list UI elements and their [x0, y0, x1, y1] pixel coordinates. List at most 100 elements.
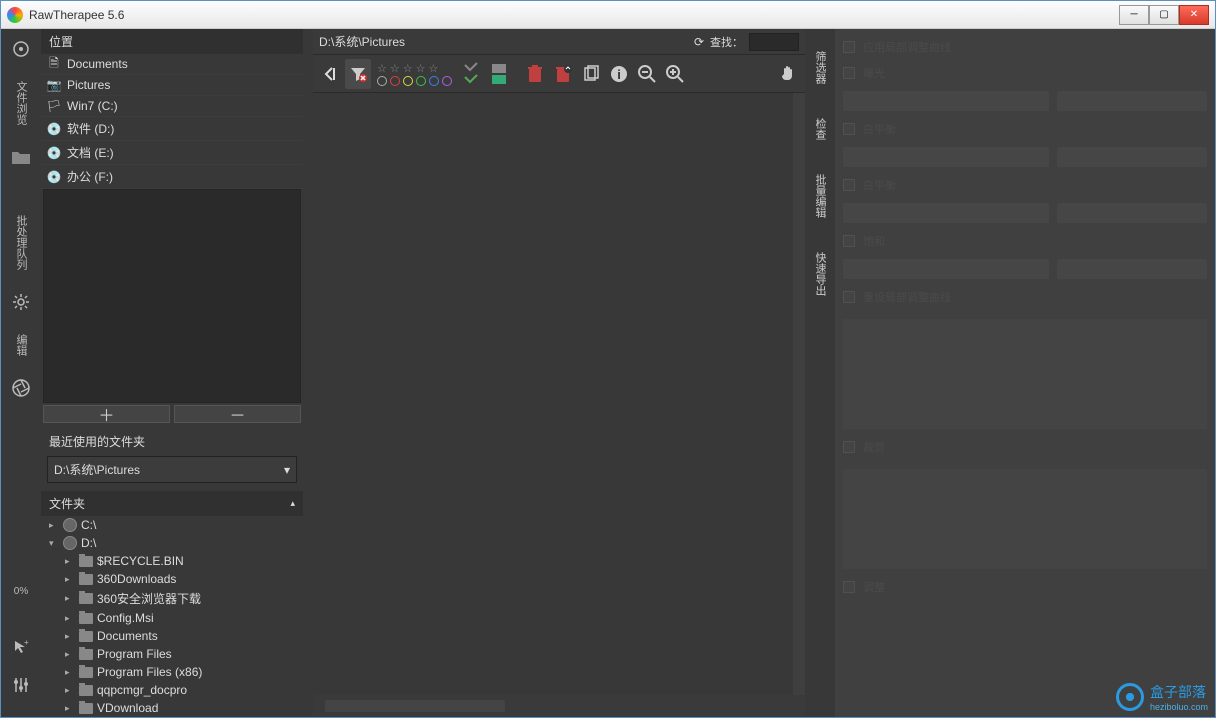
location-documents[interactable]: 🗎Documents [41, 54, 303, 75]
close-button[interactable]: ✕ [1179, 5, 1209, 25]
value-box[interactable] [1057, 91, 1207, 111]
target-icon[interactable] [9, 37, 33, 61]
remove-location-button[interactable]: － [174, 405, 301, 423]
tree-c-drive[interactable]: ▸C:\ [41, 516, 303, 534]
expand-arrow-icon[interactable]: ▸ [65, 667, 75, 678]
star-icon[interactable]: ☆ [390, 62, 400, 75]
zoom-in-icon[interactable] [662, 59, 688, 89]
watermark-icon [1116, 683, 1144, 711]
color-label-icon[interactable] [377, 76, 387, 86]
rtab-filter[interactable]: 筛选器 [809, 43, 831, 92]
tree-subfolder[interactable]: ▸Program Files [41, 645, 303, 663]
expand-arrow-icon[interactable]: ▸ [49, 520, 59, 531]
edited-filter-icon[interactable] [458, 59, 484, 89]
rtab-inspect[interactable]: 检查 [809, 110, 831, 148]
vbar-tab-editor[interactable]: 编辑 [13, 328, 29, 362]
tree-subfolder[interactable]: ▸Documents [41, 627, 303, 645]
bottom-bar [313, 695, 805, 717]
color-label-icon[interactable] [403, 76, 413, 86]
folder-icon [79, 667, 93, 678]
value-box[interactable] [1057, 147, 1207, 167]
aperture-icon[interactable] [9, 376, 33, 400]
checkbox[interactable] [843, 235, 855, 247]
sliders-icon[interactable] [9, 673, 33, 697]
gear-icon[interactable] [9, 290, 33, 314]
tree-subfolder[interactable]: ▸360Downloads [41, 570, 303, 588]
checkbox[interactable] [843, 581, 855, 593]
checkbox[interactable] [843, 179, 855, 191]
arrow-tool-icon[interactable]: + [9, 635, 33, 659]
tree-subfolder[interactable]: ▸VDownload [41, 699, 303, 717]
panel-toggle-button[interactable] [317, 59, 343, 89]
copy-icon[interactable] [578, 59, 604, 89]
tree-subfolder[interactable]: ▸Program Files (x86) [41, 663, 303, 681]
recent-folder-combo[interactable]: D:\系统\Pictures ▾ [47, 456, 297, 483]
folder-tree: ▸C:\ ▾D:\ ▸$RECYCLE.BIN▸360Downloads▸360… [41, 516, 303, 717]
trash-icon[interactable] [522, 59, 548, 89]
vertical-scrollbar[interactable] [793, 93, 805, 695]
rtab-export[interactable]: 快速导出 [809, 244, 831, 304]
color-label-icon[interactable] [390, 76, 400, 86]
slider[interactable] [843, 147, 1049, 167]
thumbnail-area[interactable] [313, 93, 805, 695]
rtab-batch-edit[interactable]: 批量编辑 [809, 166, 831, 226]
checkbox[interactable] [843, 67, 855, 79]
checkbox[interactable] [843, 123, 855, 135]
collapse-arrow-icon[interactable]: ▾ [49, 538, 59, 549]
trash-restore-icon[interactable] [550, 59, 576, 89]
watermark: 盒子部落 heziboluo.com [1116, 682, 1208, 712]
slider[interactable] [843, 259, 1049, 279]
tree-subfolder[interactable]: ▸360安全浏览器下载 [41, 588, 303, 609]
slider[interactable] [843, 203, 1049, 223]
star-icon[interactable]: ☆ [403, 62, 413, 75]
save-filter-icon[interactable] [486, 59, 512, 89]
checkbox[interactable] [843, 441, 855, 453]
expand-arrow-icon[interactable]: ▸ [65, 556, 75, 567]
tree-subfolder[interactable]: ▸$RECYCLE.BIN [41, 552, 303, 570]
folder-icon [79, 631, 93, 642]
star-icon[interactable]: ☆ [429, 62, 439, 75]
checkbox[interactable] [843, 41, 855, 53]
color-label-icon[interactable] [429, 76, 439, 86]
location-d-drive[interactable]: 💿软件 (D:) [41, 117, 303, 141]
color-label-icon[interactable] [416, 76, 426, 86]
hand-icon[interactable] [775, 59, 801, 89]
vbar-tab-queue[interactable]: 批处理队列 [13, 209, 29, 276]
document-icon: 🗎 [47, 57, 61, 71]
minimize-button[interactable]: ─ [1119, 5, 1149, 25]
expand-arrow-icon[interactable]: ▸ [65, 593, 75, 604]
folders-header[interactable]: 文件夹▴ [41, 491, 303, 516]
expand-arrow-icon[interactable]: ▸ [65, 631, 75, 642]
expand-arrow-icon[interactable]: ▸ [65, 685, 75, 696]
horizontal-scrollbar[interactable] [325, 700, 505, 712]
maximize-button[interactable]: ▢ [1149, 5, 1179, 25]
splitter[interactable] [303, 29, 313, 717]
vbar-tab-file[interactable]: 文件浏览 [13, 75, 29, 131]
filter-clear-button[interactable] [345, 59, 371, 89]
expand-arrow-icon[interactable]: ▸ [65, 574, 75, 585]
folder-icon[interactable] [9, 145, 33, 169]
star-icon[interactable]: ☆ [416, 62, 426, 75]
location-c-drive[interactable]: 🏳Win7 (C:) [41, 96, 303, 117]
info-icon[interactable]: i [606, 59, 632, 89]
value-box[interactable] [1057, 259, 1207, 279]
expand-arrow-icon[interactable]: ▸ [65, 703, 75, 714]
tree-d-drive[interactable]: ▾D:\ [41, 534, 303, 552]
tree-subfolder[interactable]: ▸qqpcmgr_docpro [41, 681, 303, 699]
location-pictures[interactable]: 📷Pictures [41, 75, 303, 96]
expand-arrow-icon[interactable]: ▸ [65, 613, 75, 624]
location-f-drive[interactable]: 💿办公 (F:) [41, 165, 303, 189]
value-box[interactable] [1057, 203, 1207, 223]
refresh-icon[interactable]: ⟳ [694, 35, 704, 49]
star-icon[interactable]: ☆ [377, 62, 387, 75]
slider[interactable] [843, 91, 1049, 111]
expand-arrow-icon[interactable]: ▸ [65, 649, 75, 660]
disk-icon: 💿 [47, 170, 61, 184]
search-input[interactable] [749, 33, 799, 51]
zoom-out-icon[interactable] [634, 59, 660, 89]
tree-subfolder[interactable]: ▸Config.Msi [41, 609, 303, 627]
color-label-icon[interactable] [442, 76, 452, 86]
checkbox[interactable] [843, 291, 855, 303]
location-e-drive[interactable]: 💿文档 (E:) [41, 141, 303, 165]
add-location-button[interactable]: ＋ [43, 405, 170, 423]
